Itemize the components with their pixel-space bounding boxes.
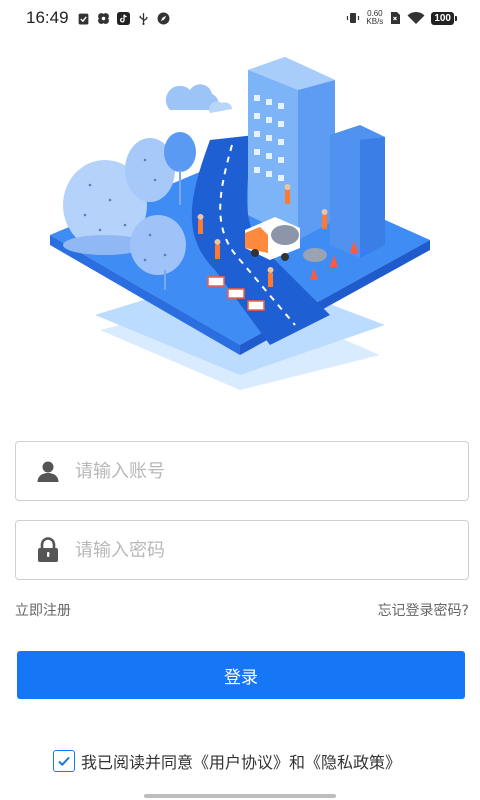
auth-links-row: 立即注册 忘记登录密码? [15,600,469,620]
battery-indicator: 100 [431,11,457,25]
wifi-icon [407,11,425,24]
login-button[interactable]: 登录 [17,651,465,699]
app-swirl-icon [97,12,109,24]
check-icon [58,756,70,767]
status-left: 16:49 [26,8,170,28]
usb-icon [139,12,147,25]
password-input[interactable] [75,539,435,561]
status-right: 0.60 KB/s 100 [346,10,457,26]
small-tree [164,132,196,172]
no-sim-icon [391,12,401,24]
tall-building-side [298,80,335,240]
vibrate-icon [347,13,360,23]
user-agreement-link[interactable]: 《用户协议》 [193,749,289,773]
tiktok-icon [116,11,130,25]
clipboard-check-icon [78,13,88,24]
city-construction-illustration [50,57,430,390]
status-time: 16:49 [26,8,69,27]
agreement-prefix: 我已阅读并同意 [81,753,194,772]
status-bar: 16:49 0.60 KB/s 100 [0,0,480,36]
forgot-password-link[interactable]: 忘记登录密码? [378,600,469,620]
password-input-box[interactable] [15,520,469,580]
privacy-policy-link[interactable]: 《隐私政策》 [305,749,401,773]
net-speed-unit: KB/s [366,17,384,26]
agreement-checkbox[interactable] [53,750,75,772]
register-link[interactable]: 立即注册 [15,600,71,620]
rock-pile [303,248,327,262]
agreement-conjunction: 和 [289,753,306,772]
small-cloud [209,101,232,113]
user-icon [35,458,61,484]
notification-icons [77,11,170,25]
short-building-side [360,137,385,258]
home-indicator[interactable] [144,794,336,798]
account-input[interactable] [75,460,435,482]
net-speed: 0.60 KB/s [366,10,383,26]
compass-icon [157,12,170,24]
lock-icon [35,537,61,563]
agreement-row: 我已阅读并同意 《用户协议》 和 《隐私政策》 [53,749,401,773]
account-input-box[interactable] [15,441,469,501]
bush-front [130,215,186,275]
